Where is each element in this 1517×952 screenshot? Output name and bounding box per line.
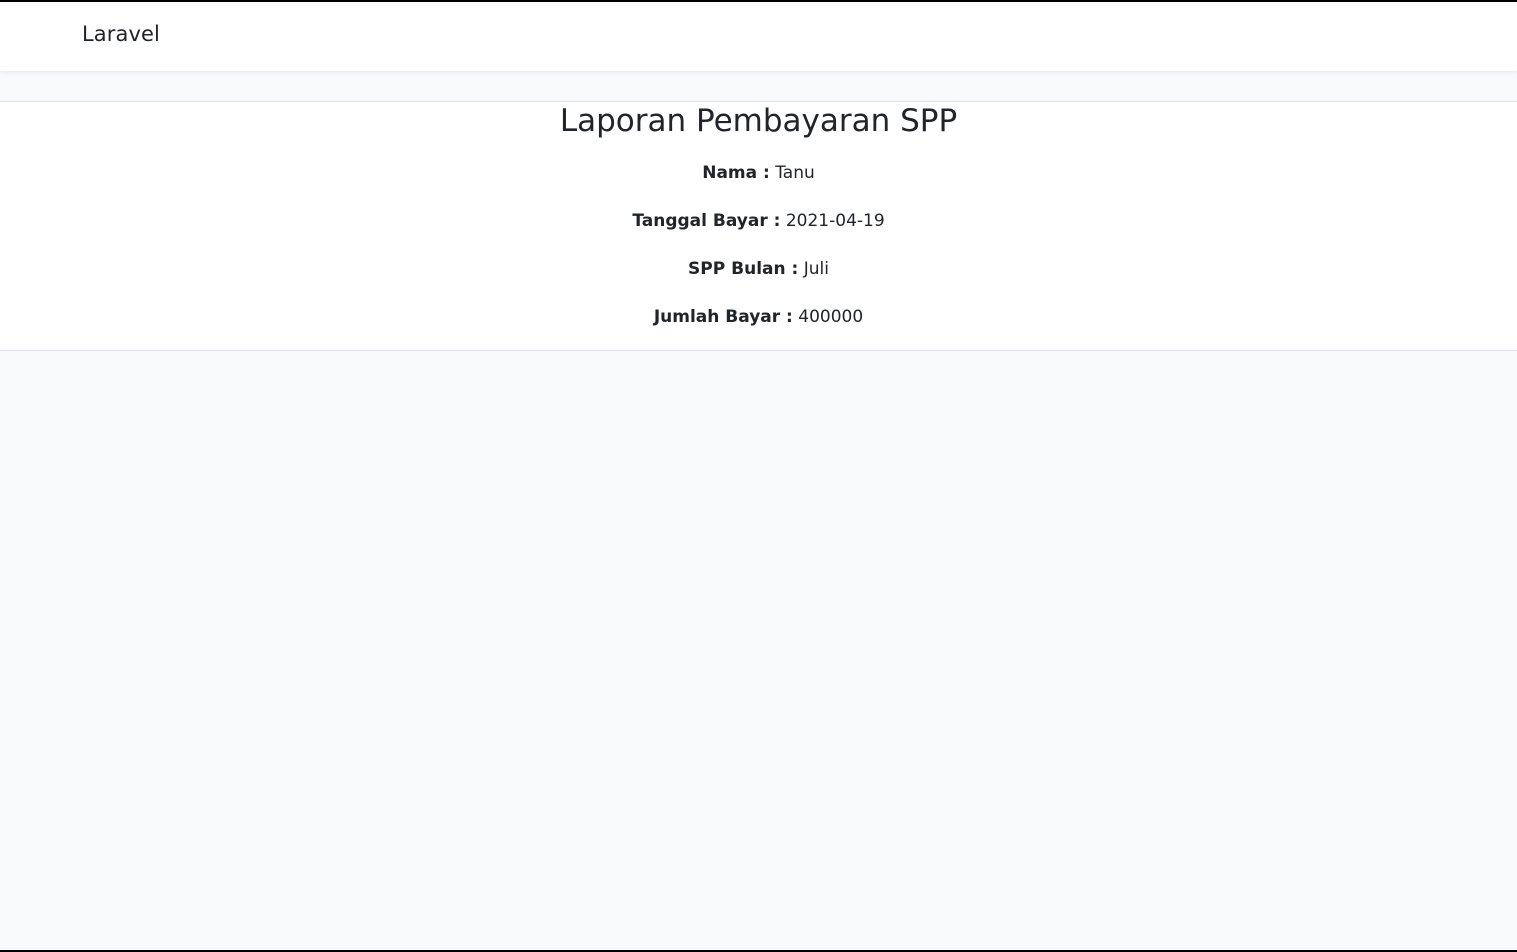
brand-link[interactable]: Laravel [82, 22, 160, 46]
field-jumlah-bayar: Jumlah Bayar : 400000 [0, 305, 1517, 329]
field-value: Tanu [775, 163, 815, 183]
field-label: Tanggal Bayar : [632, 211, 781, 231]
field-spp-bulan: SPP Bulan : Juli [0, 257, 1517, 281]
field-label: Nama : [702, 163, 770, 183]
field-value: 2021-04-19 [785, 211, 885, 231]
report-card: Laporan Pembayaran SPP Nama : Tanu Tangg… [0, 101, 1517, 351]
field-value: 400000 [798, 307, 864, 327]
top-navbar: Laravel [0, 2, 1517, 71]
field-nama: Nama : Tanu [0, 161, 1517, 185]
field-label: SPP Bulan : [688, 259, 799, 279]
report-title: Laporan Pembayaran SPP [559, 103, 958, 139]
field-tanggal-bayar: Tanggal Bayar : 2021-04-19 [0, 209, 1517, 233]
field-label: Jumlah Bayar : [653, 307, 793, 327]
field-value: Juli [803, 259, 829, 279]
